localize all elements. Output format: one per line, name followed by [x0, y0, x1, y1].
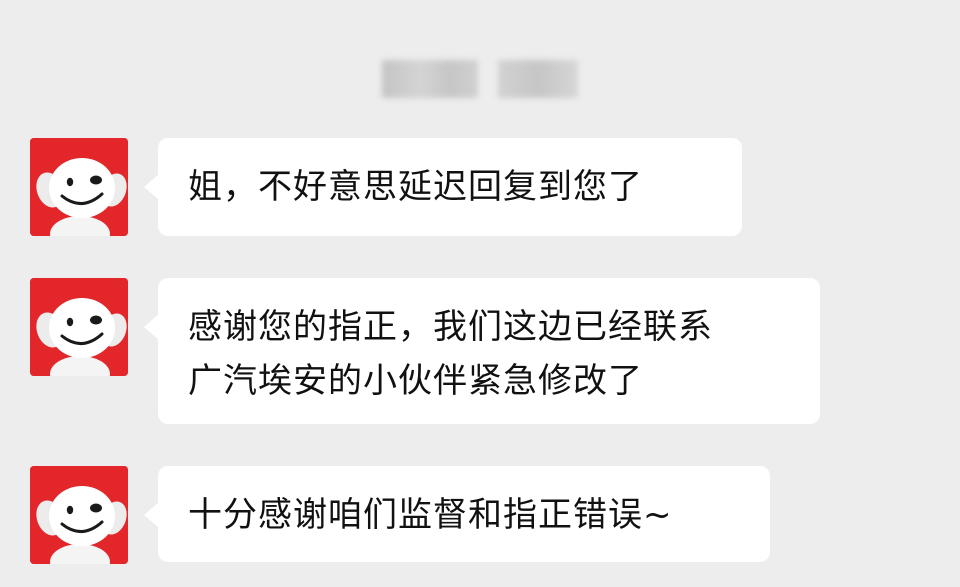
avatar[interactable]	[30, 466, 128, 564]
message-text-line-1: 感谢您的指正，我们这边已经联系	[188, 307, 713, 347]
message-bubble[interactable]: 姐，不好意思延迟回复到您了	[144, 138, 742, 236]
blurred-contact-name	[382, 60, 478, 98]
blurred-contact-name-part	[498, 60, 578, 98]
jd-dog-mascot-icon	[30, 466, 128, 564]
message-text: 十分感谢咱们监督和指正错误~	[188, 495, 673, 535]
chat-message: 姐，不好意思延迟回复到您了	[30, 138, 742, 236]
message-bubble[interactable]: 感谢您的指正，我们这边已经联系 广汽埃安的小伙伴紧急修改了	[144, 278, 820, 424]
chat-message: 十分感谢咱们监督和指正错误~	[30, 466, 770, 564]
message-text: 姐，不好意思延迟回复到您了	[188, 167, 643, 207]
chat-window: 姐，不好意思延迟回复到您了 感谢您的指正，我们这边已经联系 广汽埃安的小伙伴紧急…	[0, 0, 960, 587]
avatar[interactable]	[30, 138, 128, 236]
chat-message: 感谢您的指正，我们这边已经联系 广汽埃安的小伙伴紧急修改了	[30, 278, 820, 424]
jd-dog-mascot-icon	[30, 138, 128, 236]
avatar[interactable]	[30, 278, 128, 376]
jd-dog-mascot-icon	[30, 278, 128, 376]
message-bubble[interactable]: 十分感谢咱们监督和指正错误~	[144, 466, 770, 562]
message-text-line-2: 广汽埃安的小伙伴紧急修改了	[188, 361, 643, 401]
